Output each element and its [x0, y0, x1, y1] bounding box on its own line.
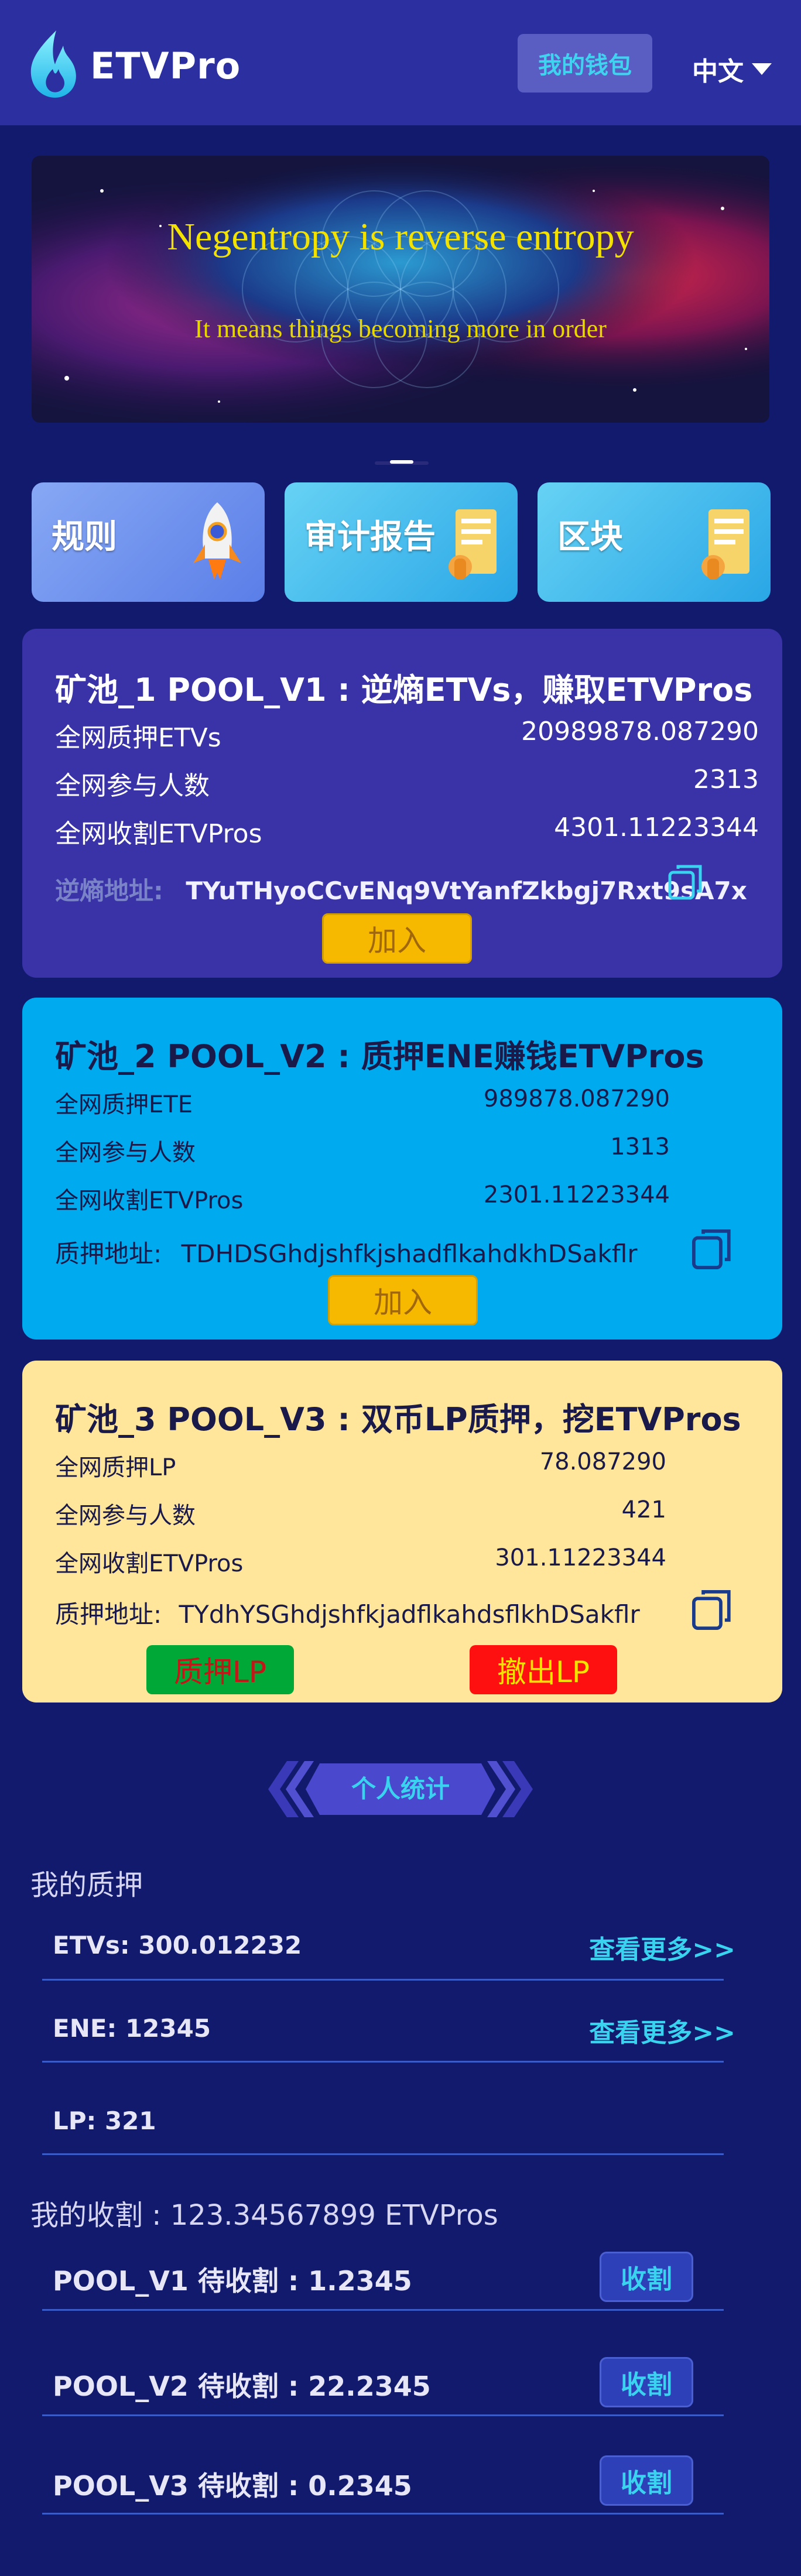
- language-label: 中文: [692, 57, 744, 87]
- pool-title: 矿池_3 POOL_V3 : 双币LP质押，挖ETVPros: [55, 1401, 741, 1438]
- pool-address-row: 逆熵地址: TYuTHyoCCvENq9VtYanfZkbgj7Rxt9sA7x: [55, 871, 747, 907]
- pool-stat-label: 全网收割ETVPros: [55, 819, 262, 849]
- pool-stat-label: 全网参与人数: [55, 1502, 196, 1529]
- divider: [42, 2309, 724, 2311]
- personal-stats-badge: 个人统计: [268, 1761, 533, 1817]
- divider: [42, 2061, 724, 2063]
- copy-icon[interactable]: [666, 863, 705, 902]
- stake-lp-item: LP: 321: [53, 2106, 156, 2135]
- block-icon: [701, 509, 749, 580]
- pool-stat-label: 全网参与人数: [55, 1139, 196, 1166]
- flame-logo-icon: [30, 30, 76, 98]
- pool-stat-label: 全网收割ETVPros: [55, 1187, 244, 1214]
- rules-label: 规则: [52, 518, 117, 556]
- divider: [42, 2414, 724, 2416]
- pool-stat-value: 4301.11223344: [554, 813, 759, 842]
- audit-report-label: 审计报告: [304, 518, 436, 556]
- my-harvest-title: 我的收割 : 123.34567899 ETVPros: [30, 2199, 498, 2232]
- stake-ene-item: ENE: 12345: [53, 2014, 211, 2043]
- divider: [42, 2513, 724, 2515]
- copy-icon[interactable]: [690, 1588, 734, 1632]
- pool-stat-value: 301.11223344: [495, 1544, 666, 1571]
- copy-icon[interactable]: [690, 1227, 734, 1272]
- banner-subline: It means things becoming more in order: [194, 314, 607, 343]
- view-more-link[interactable]: 查看更多>>: [589, 1928, 735, 1966]
- pool-address-row: 质押地址: TYdhYSGhdjshfkjadflkahdsflkhDSakfl…: [55, 1595, 640, 1630]
- audit-report-tile[interactable]: 审计报告: [285, 482, 518, 602]
- pool-stat-label: 全网质押LP: [55, 1454, 176, 1481]
- my-stake-title: 我的质押: [30, 1869, 143, 1902]
- pool-stat-label: 全网质押ETE: [55, 1091, 193, 1118]
- join-button[interactable]: 加入: [328, 1275, 478, 1325]
- pool-stat-value: 2301.11223344: [483, 1181, 670, 1208]
- pool-title: 矿池_1 POOL_V1 : 逆熵ETVs，赚取ETVPros: [55, 672, 753, 708]
- pool-address-row: 质押地址: TDHDSGhdjshfkjshadflkahdkhDSakflr: [55, 1234, 638, 1270]
- carousel-indicator[interactable]: [390, 460, 413, 464]
- pool-title: 矿池_2 POOL_V2 : 质押ENE赚钱ETVPros: [55, 1038, 704, 1075]
- pool-card-v3: 矿池_3 POOL_V3 : 双币LP质押，挖ETVPros 全网质押LP 78…: [22, 1361, 782, 1703]
- stake-lp-button[interactable]: 质押LP: [146, 1645, 294, 1694]
- hero-banner[interactable]: Negentropy is reverse entropy It means t…: [32, 156, 769, 423]
- withdraw-lp-button[interactable]: 撤出LP: [470, 1645, 617, 1694]
- pool-stat-value: 78.087290: [539, 1448, 666, 1475]
- pool-stat-value: 1313: [610, 1133, 670, 1160]
- address-value[interactable]: TYdhYSGhdjshfkjadflkahdsflkhDSakflr: [179, 1600, 640, 1629]
- pool-stat-value: 989878.087290: [483, 1085, 670, 1112]
- pool-stat-label: 全网质押ETVs: [55, 723, 221, 753]
- pool-stat-value: 2313: [693, 765, 759, 794]
- pool-stat-label: 全网收割ETVPros: [55, 1550, 244, 1577]
- pool-stat-value: 421: [621, 1496, 666, 1523]
- view-more-link[interactable]: 查看更多>>: [589, 2012, 735, 2049]
- harvest-v2-item: POOL_V2 待收割 : 22.2345: [53, 2371, 431, 2402]
- harvest-v1-button[interactable]: 收割: [600, 2252, 693, 2302]
- address-label: 质押地址:: [55, 1239, 162, 1268]
- galaxy-banner-image: Negentropy is reverse entropy It means t…: [32, 156, 769, 423]
- caret-down-icon: [752, 63, 772, 75]
- harvest-v3-button[interactable]: 收割: [600, 2455, 693, 2506]
- pool-card-v2: 矿池_2 POOL_V2 : 质押ENE赚钱ETVPros 全网质押ETE 98…: [22, 998, 782, 1340]
- harvest-v1-item: POOL_V1 待收割 : 1.2345: [53, 2265, 412, 2297]
- harvest-v2-button[interactable]: 收割: [600, 2357, 693, 2407]
- brand-name: ETVPro: [90, 44, 241, 87]
- harvest-v3-item: POOL_V3 待收割 : 0.2345: [53, 2470, 412, 2502]
- pool-card-v1: 矿池_1 POOL_V1 : 逆熵ETVs，赚取ETVPros 全网质押ETVs…: [22, 629, 782, 978]
- banner-headline: Negentropy is reverse entropy: [167, 215, 634, 258]
- block-tile[interactable]: 区块: [538, 482, 771, 602]
- address-value[interactable]: TYuTHyoCCvENq9VtYanfZkbgj7Rxt9sA7x: [186, 876, 747, 905]
- rules-tile[interactable]: 规则: [32, 482, 265, 602]
- address-value[interactable]: TDHDSGhdjshfkjshadflkahdkhDSakflr: [182, 1239, 638, 1268]
- personal-stats-label: 个人统计: [351, 1775, 450, 1803]
- pool-stat-label: 全网参与人数: [55, 771, 210, 801]
- address-label: 质押地址:: [55, 1600, 162, 1629]
- address-label: 逆熵地址:: [55, 876, 163, 905]
- join-button[interactable]: 加入: [322, 913, 472, 964]
- stake-etvs-item: ETVs: 300.012232: [53, 1931, 302, 1960]
- language-selector[interactable]: 中文: [692, 50, 772, 88]
- block-label: 区块: [557, 518, 623, 556]
- my-wallet-button[interactable]: 我的钱包: [518, 34, 652, 93]
- report-icon: [449, 509, 497, 580]
- pool-stat-value: 20989878.087290: [521, 717, 759, 746]
- divider: [42, 1979, 724, 1981]
- rocket-icon: [193, 502, 241, 580]
- divider: [42, 2153, 724, 2155]
